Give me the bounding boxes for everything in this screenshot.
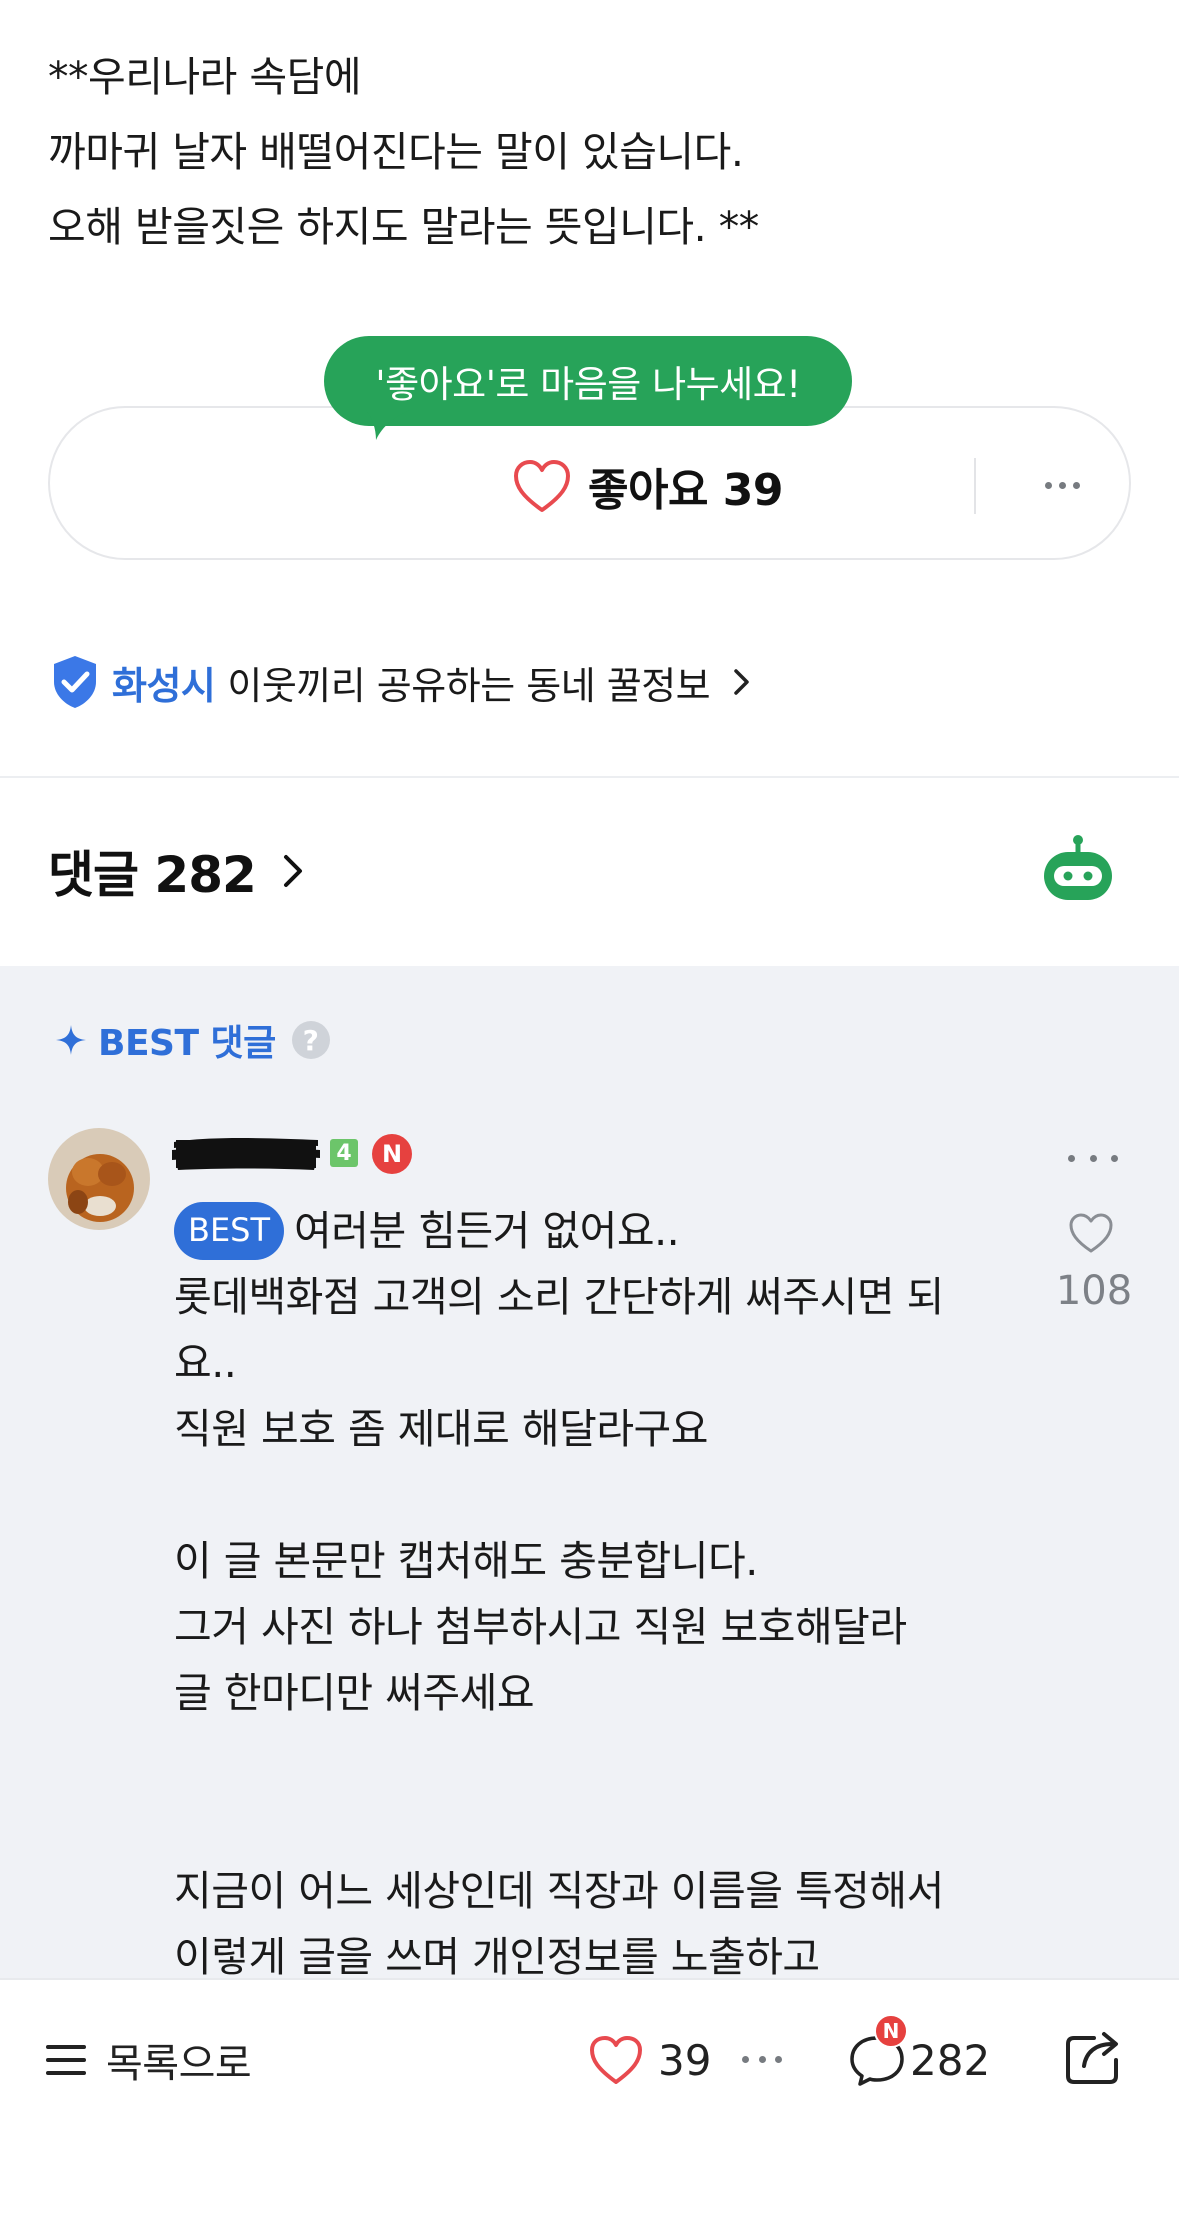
back-to-list-label: 목록으로 — [106, 2041, 252, 2087]
comment-line: 롯데백화점 고객의 소리 간단하게 써주시면 되 — [174, 1273, 944, 1321]
best-comments-header: BEST 댓글 ? — [54, 1012, 330, 1068]
avatar-image — [48, 1128, 150, 1230]
more-dots-icon — [1068, 1154, 1075, 1162]
more-dots-icon — [1044, 481, 1052, 489]
comment-line: 직원 보호 좀 제대로 해달라구요 — [174, 1405, 709, 1453]
comments-title: 댓글 282 — [48, 846, 257, 904]
like-button[interactable]: 좋아요 39 — [512, 456, 784, 516]
chevron-right-icon — [283, 855, 302, 887]
bottom-more-button[interactable] — [742, 2052, 782, 2066]
avatar[interactable] — [48, 1128, 150, 1230]
best-comments-title: BEST 댓글 — [98, 1023, 276, 1064]
comment-line: 그거 사진 하나 첨부하시고 직원 보호해달라 — [174, 1603, 907, 1651]
best-badge: BEST — [174, 1202, 285, 1260]
chevron-right-icon — [734, 669, 749, 695]
heart-icon — [590, 2036, 642, 2084]
comments-header[interactable]: 댓글 282 — [48, 836, 306, 906]
comment-new-badge: N — [874, 2014, 908, 2048]
article-line: 까마귀 날자 배떨어진다는 말이 있습니다. — [48, 128, 744, 176]
comment-line — [174, 1462, 1034, 1528]
comment-more-button[interactable] — [1068, 1148, 1118, 1168]
more-dots-icon — [742, 2055, 749, 2063]
sparkle-icon — [56, 1025, 86, 1055]
comment-body: BEST 여러분 힘든거 없어요.. 롯데백화점 고객의 소리 간단하게 써주시면… — [174, 1198, 1034, 1990]
comment-line — [174, 1792, 1034, 1858]
divider — [974, 458, 976, 514]
like-panel: 좋아요 39 — [48, 406, 1131, 560]
menu-icon — [46, 2045, 86, 2075]
comment-line: 글 한마디만 써주세요 — [174, 1669, 535, 1717]
bottom-like-button[interactable]: 39 — [588, 2028, 711, 2092]
bot-icon[interactable] — [1040, 834, 1116, 906]
comment-like-count: 108 — [1055, 1268, 1133, 1314]
redacted-username — [172, 1138, 320, 1170]
tooltip-tail — [366, 410, 410, 440]
share-icon[interactable] — [1064, 2024, 1124, 2086]
back-to-list-button[interactable]: 목록으로 — [46, 2030, 252, 2090]
comment-heart-icon[interactable] — [1068, 1212, 1114, 1254]
community-description: 이웃끼리 공유하는 동네 꿀정보 — [227, 663, 711, 708]
bottom-comment-button[interactable]: N 282 — [848, 2014, 991, 2094]
article-body: **우리나라 속담에 까마귀 날자 배떨어진다는 말이 있습니다. 오해 받을짓… — [48, 40, 759, 265]
comment-line-text: 여러분 힘든거 없어요.. — [294, 1207, 680, 1255]
bottom-bar: 목록으로 39 N 282 — [0, 1978, 1179, 2236]
article-line: 오해 받을짓은 하지도 말라는 뜻입니다. ** — [48, 203, 759, 251]
bottom-like-count: 39 — [658, 2035, 712, 2085]
community-link[interactable]: 화성시 이웃끼리 공유하는 동네 꿀정보 — [50, 650, 754, 714]
community-city: 화성시 — [112, 663, 216, 708]
more-options-button[interactable] — [1032, 460, 1092, 510]
comment-line: 이 글 본문만 캡처해도 충분합니다. — [174, 1537, 758, 1585]
level-badge: 4 — [330, 1139, 358, 1167]
section-divider — [0, 776, 1179, 778]
new-badge: N — [372, 1134, 412, 1174]
like-label: 좋아요 39 — [588, 465, 784, 516]
comment-line — [174, 1726, 1034, 1792]
comment-line: 요.. — [174, 1339, 237, 1387]
heart-icon — [514, 460, 570, 512]
comment-icon-wrap: N — [848, 2014, 908, 2088]
comment-line: 지금이 어느 세상인데 직장과 이름을 특정해서 — [174, 1867, 944, 1915]
bottom-comment-count: 282 — [910, 2035, 991, 2085]
article-line: **우리나라 속담에 — [48, 53, 362, 101]
comment-line: BEST 여러분 힘든거 없어요.. — [174, 1198, 1034, 1264]
help-icon[interactable]: ? — [291, 1021, 330, 1059]
verified-badge-icon — [54, 656, 96, 708]
